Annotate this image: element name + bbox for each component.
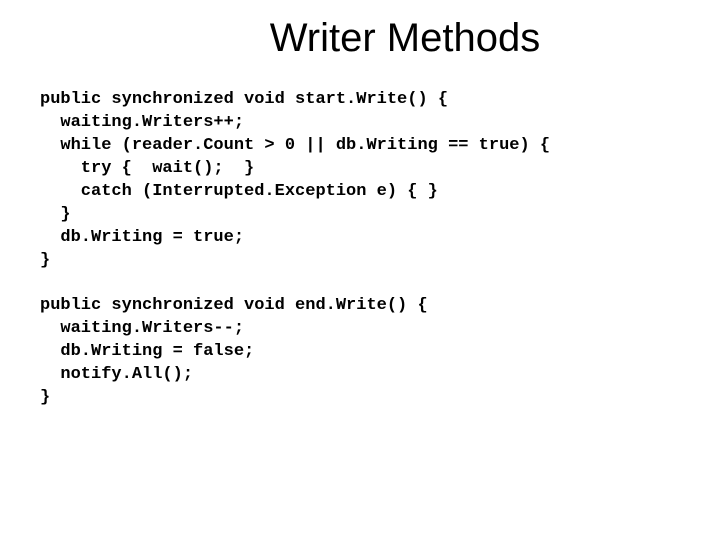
code-line: db.Writing = false;: [40, 342, 254, 361]
code-line: try { wait(); }: [40, 159, 254, 178]
code-line: notify.All();: [40, 365, 193, 384]
slide-title: Writer Methods: [0, 16, 720, 61]
code-line: while (reader.Count > 0 || db.Writing ==…: [40, 136, 550, 155]
code-block: public synchronized void start.Write() {…: [40, 89, 720, 410]
code-line: catch (Interrupted.Exception e) { }: [40, 182, 438, 201]
code-line: db.Writing = true;: [40, 228, 244, 247]
code-line: }: [40, 205, 71, 224]
code-line: waiting.Writers++;: [40, 113, 244, 132]
code-line: waiting.Writers--;: [40, 319, 244, 338]
code-line: public synchronized void end.Write() {: [40, 296, 428, 315]
slide: Writer Methods public synchronized void …: [0, 16, 720, 556]
code-line: }: [40, 251, 50, 270]
code-line: public synchronized void start.Write() {: [40, 90, 448, 109]
code-line: }: [40, 388, 50, 407]
